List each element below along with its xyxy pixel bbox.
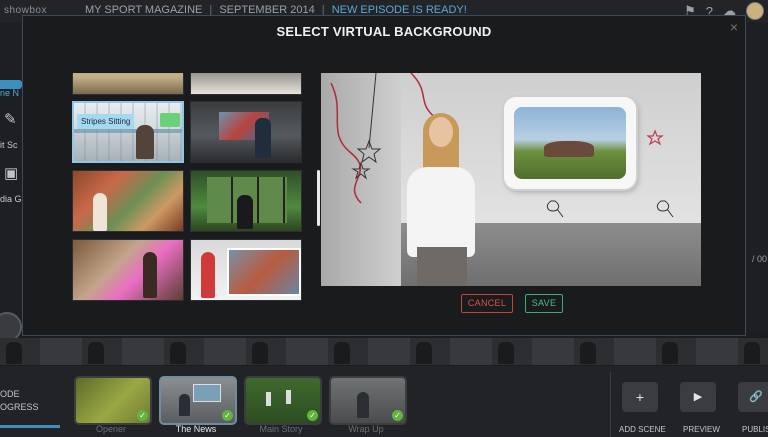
background-thumb[interactable] [72,73,184,95]
thumbnail-scrollbar[interactable] [317,170,320,226]
background-preview [321,73,701,286]
scene-opener[interactable]: ✓ [74,376,152,425]
progress-line-1: ODE [0,389,20,399]
image-icon[interactable]: ▣ [4,164,18,182]
rail-item-3[interactable]: dia Ga [0,194,24,204]
scene-main-story[interactable]: ✓ [244,376,322,425]
publish-button[interactable]: 🔗 [738,382,768,412]
scene-label: Opener [95,424,127,434]
episode-progress-label: ODE OGRESS [0,388,39,414]
add-scene-button[interactable]: + [622,382,658,412]
add-scene-label: ADD SCENE [619,425,666,434]
scene-the-news[interactable]: ✓ [159,376,237,425]
rail-item-1[interactable]: ne N [0,88,24,98]
virtual-background-dialog: SELECT VIRTUAL BACKGROUND × Stripes Sitt… [22,15,746,336]
check-icon: ✓ [222,410,233,421]
divider [610,372,611,437]
cancel-button[interactable]: CANCEL [461,294,513,313]
rail-item-2[interactable]: it Sc [0,140,24,150]
check-icon: ✓ [392,410,403,421]
avatar[interactable] [746,2,764,20]
right-rail: / 00 [746,22,768,332]
progress-line-2: OGRESS [0,402,39,412]
background-thumb[interactable] [190,170,302,232]
close-icon[interactable]: × [730,19,738,35]
dialog-title: SELECT VIRTUAL BACKGROUND [276,24,492,39]
background-thumb[interactable] [190,101,302,163]
scene-label: The News [175,424,217,434]
background-thumb[interactable] [190,73,302,95]
background-thumb[interactable] [72,239,184,301]
check-icon: ✓ [307,410,318,421]
scene-label: Wrap Up [348,424,384,434]
magic-wand-icon[interactable]: ✎ [4,110,17,128]
timeline-strip [0,338,768,365]
background-thumbnail-list: Stripes Sitting [72,73,304,307]
time-readout: / 00 [752,254,768,264]
preview-label: PREVIEW [683,425,720,434]
save-button[interactable]: SAVE [525,294,563,313]
preview-button[interactable]: ▶ [680,382,716,412]
check-icon: ✓ [137,410,148,421]
publish-label: PUBLIS [742,425,768,434]
background-thumb-stripes-sitting[interactable]: Stripes Sitting [72,101,184,163]
left-rail: ne N ✎ it Sc ▣ dia Ga [0,22,24,342]
scene-label: Main Story [259,424,303,434]
background-thumb[interactable] [190,239,302,301]
background-thumb[interactable] [72,170,184,232]
progress-bar [0,425,60,428]
scene-wrap-up[interactable]: ✓ [329,376,407,425]
thumbnail-tooltip: Stripes Sitting [77,114,135,129]
